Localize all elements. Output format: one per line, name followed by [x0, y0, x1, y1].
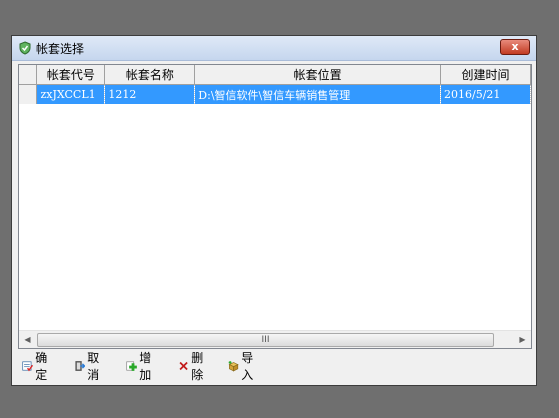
cancel-icon [75, 361, 86, 371]
cell-date[interactable]: 2016/5/21 [440, 84, 531, 104]
confirm-icon [22, 361, 34, 372]
add-label: 增加 [139, 351, 152, 382]
account-table: 帐套代号 帐套名称 帐套位置 创建时间 zxJXCCL1 1212 D:\智信软… [19, 65, 531, 104]
cell-path[interactable]: D:\智信软件\智信车辆销售管理 [194, 84, 442, 104]
import-box-icon [228, 361, 239, 372]
cancel-label: 取消 [87, 351, 100, 382]
window-title: 帐套选择 [36, 42, 85, 56]
cancel-button[interactable]: 取消 [74, 351, 104, 382]
delete-label: 删除 [191, 351, 204, 382]
confirm-button[interactable]: 确定 [22, 351, 52, 382]
delete-icon [179, 361, 188, 371]
scroll-thumb[interactable]: III [37, 333, 494, 347]
add-button[interactable]: 增加 [126, 351, 156, 382]
account-grid[interactable]: 帐套代号 帐套名称 帐套位置 创建时间 zxJXCCL1 1212 D:\智信软… [18, 64, 532, 349]
row-header[interactable] [19, 84, 38, 104]
scroll-left-icon[interactable]: ◀ [19, 331, 36, 348]
row-header-corner [19, 65, 38, 85]
cell-name[interactable]: 1212 [104, 84, 196, 104]
table-row[interactable]: zxJXCCL1 1212 D:\智信软件\智信车辆销售管理 2016/5/21 [19, 84, 531, 104]
title-bar[interactable]: 帐套选择 x [12, 36, 536, 61]
confirm-label: 确定 [35, 351, 48, 382]
app-shield-icon [19, 41, 31, 55]
import-label: 导入 [241, 351, 254, 382]
column-header-date[interactable]: 创建时间 [440, 65, 531, 85]
horizontal-scrollbar[interactable]: ◀ III ▶ [19, 330, 531, 348]
add-icon [126, 361, 137, 371]
header-row: 帐套代号 帐套名称 帐套位置 创建时间 [19, 65, 531, 85]
account-select-dialog: 帐套选择 x 帐套代号 帐套名称 帐套位置 创建时间 zxJXCCL1 1212… [11, 35, 537, 386]
column-header-name[interactable]: 帐套名称 [104, 65, 196, 85]
scroll-right-icon[interactable]: ▶ [514, 331, 531, 348]
close-button[interactable]: x [500, 39, 530, 55]
delete-button[interactable]: 删除 [178, 351, 208, 382]
column-header-code[interactable]: 帐套代号 [36, 65, 106, 85]
import-button[interactable]: 导入 [228, 351, 258, 382]
cell-code[interactable]: zxJXCCL1 [36, 84, 106, 104]
column-header-path[interactable]: 帐套位置 [194, 65, 442, 85]
